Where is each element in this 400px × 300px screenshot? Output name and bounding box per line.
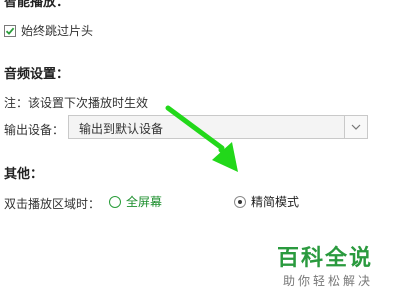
watermark-title: 百科全说 bbox=[277, 246, 374, 271]
arrow-icon bbox=[165, 105, 238, 172]
watermark-subtitle: 助你轻松解决 bbox=[283, 274, 374, 288]
